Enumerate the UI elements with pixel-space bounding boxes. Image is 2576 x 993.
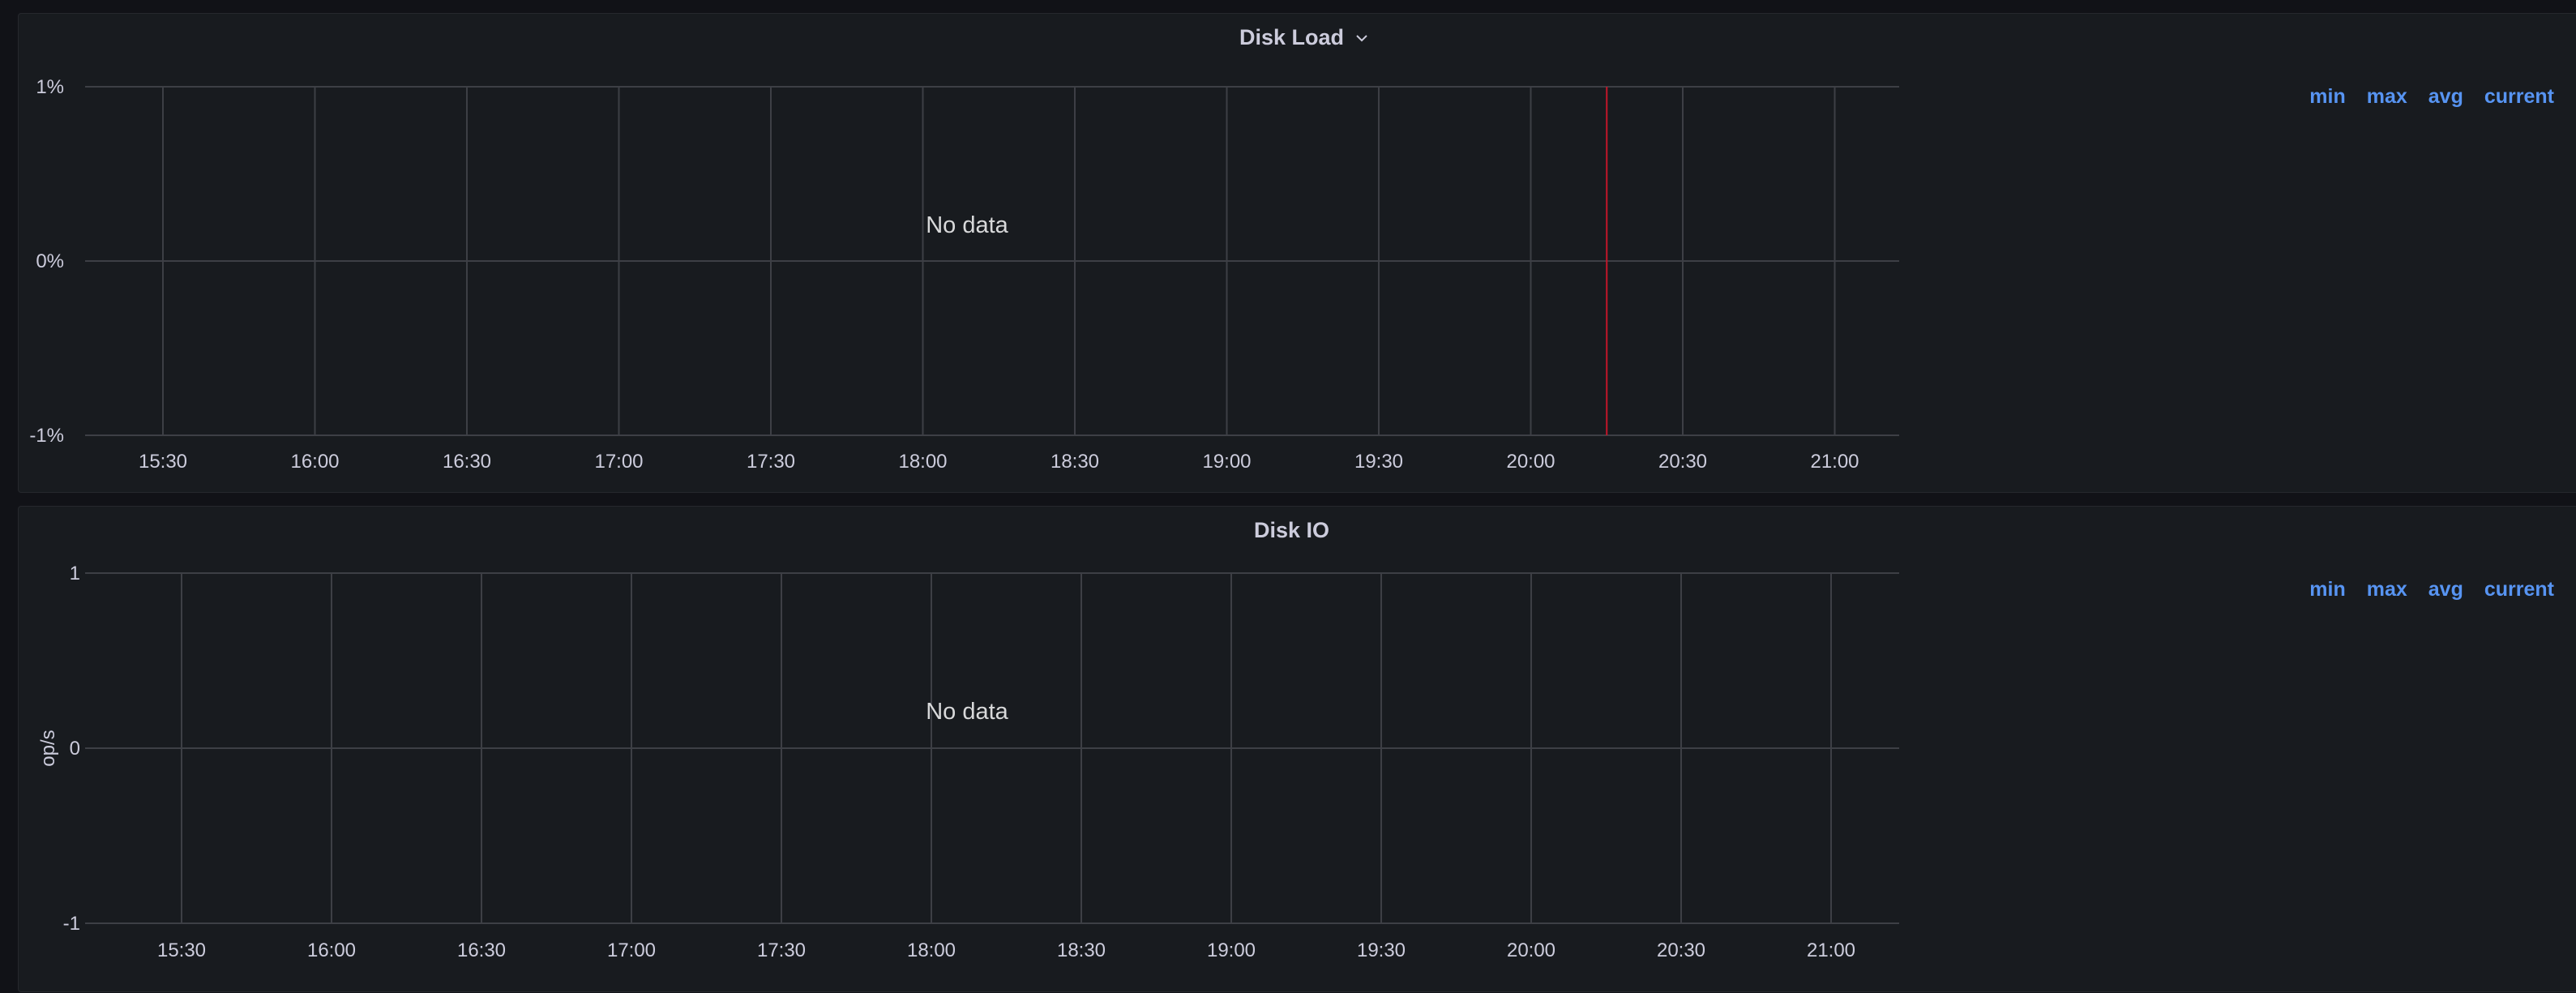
x-tick-label: 17:30 bbox=[757, 939, 806, 961]
x-tick-label: 19:30 bbox=[1354, 451, 1403, 473]
x-tick-label: 20:30 bbox=[1657, 939, 1705, 961]
legend-min[interactable]: min bbox=[2309, 578, 2345, 601]
y-tick-label: 1 bbox=[70, 563, 80, 584]
legend-max[interactable]: max bbox=[2367, 578, 2407, 601]
x-tick-label: 17:30 bbox=[747, 451, 795, 473]
x-tick-label: 16:00 bbox=[307, 939, 356, 961]
legend-current[interactable]: current bbox=[2484, 578, 2554, 601]
x-tick-label: 18:00 bbox=[898, 451, 947, 473]
x-tick-label: 15:30 bbox=[157, 939, 206, 961]
legend-avg[interactable]: avg bbox=[2428, 578, 2463, 601]
no-data-message: No data bbox=[926, 699, 1008, 725]
no-data-message: No data bbox=[926, 212, 1008, 238]
disk-load-graph[interactable]: 1% 0% -1% 15:30 16:00 16:30 17:00 17:30 18:00 18:… bbox=[19, 14, 1915, 494]
x-tick-label: 16:30 bbox=[457, 939, 506, 961]
y-tick-label: -1% bbox=[29, 425, 64, 447]
x-tick-label: 20:00 bbox=[1506, 451, 1555, 473]
x-tick-label: 19:00 bbox=[1207, 939, 1256, 961]
y-tick-label: 0% bbox=[36, 250, 64, 272]
legend-avg[interactable]: avg bbox=[2428, 85, 2463, 109]
disk-io-graph[interactable]: 1 0 -1 15:30 16:00 16:30 17:00 17:30 18:00 18:30 1… bbox=[19, 507, 1915, 993]
legend-min[interactable]: min bbox=[2309, 85, 2345, 109]
x-tick-label: 18:30 bbox=[1051, 451, 1099, 473]
legend-headers: min max avg current bbox=[2309, 85, 2554, 109]
legend-max[interactable]: max bbox=[2367, 85, 2407, 109]
x-tick-label: 21:00 bbox=[1807, 939, 1855, 961]
x-tick-label: 20:30 bbox=[1658, 451, 1707, 473]
legend-headers: min max avg current bbox=[2309, 578, 2554, 601]
x-tick-label: 15:30 bbox=[139, 451, 187, 473]
x-tick-label: 17:00 bbox=[607, 939, 656, 961]
disk-load-panel: Disk Load min max avg current 1% 0% -1% 15:… bbox=[18, 13, 2576, 493]
x-tick-label: 16:30 bbox=[443, 451, 491, 473]
y-axis-label: op/s bbox=[37, 730, 59, 766]
y-tick-label: -1 bbox=[63, 913, 80, 935]
disk-io-panel: Disk IO min max avg current 1 0 -1 15:30 16:… bbox=[18, 506, 2576, 992]
x-tick-label: 20:00 bbox=[1507, 939, 1555, 961]
x-tick-label: 16:00 bbox=[290, 451, 339, 473]
y-tick-label: 1% bbox=[36, 76, 64, 98]
x-tick-label: 19:00 bbox=[1202, 451, 1251, 473]
y-tick-label: 0 bbox=[70, 738, 80, 760]
x-tick-label: 18:00 bbox=[907, 939, 956, 961]
x-tick-label: 17:00 bbox=[594, 451, 643, 473]
x-tick-label: 18:30 bbox=[1057, 939, 1106, 961]
x-tick-label: 21:00 bbox=[1810, 451, 1859, 473]
legend-current[interactable]: current bbox=[2484, 85, 2554, 109]
x-tick-label: 19:30 bbox=[1357, 939, 1406, 961]
